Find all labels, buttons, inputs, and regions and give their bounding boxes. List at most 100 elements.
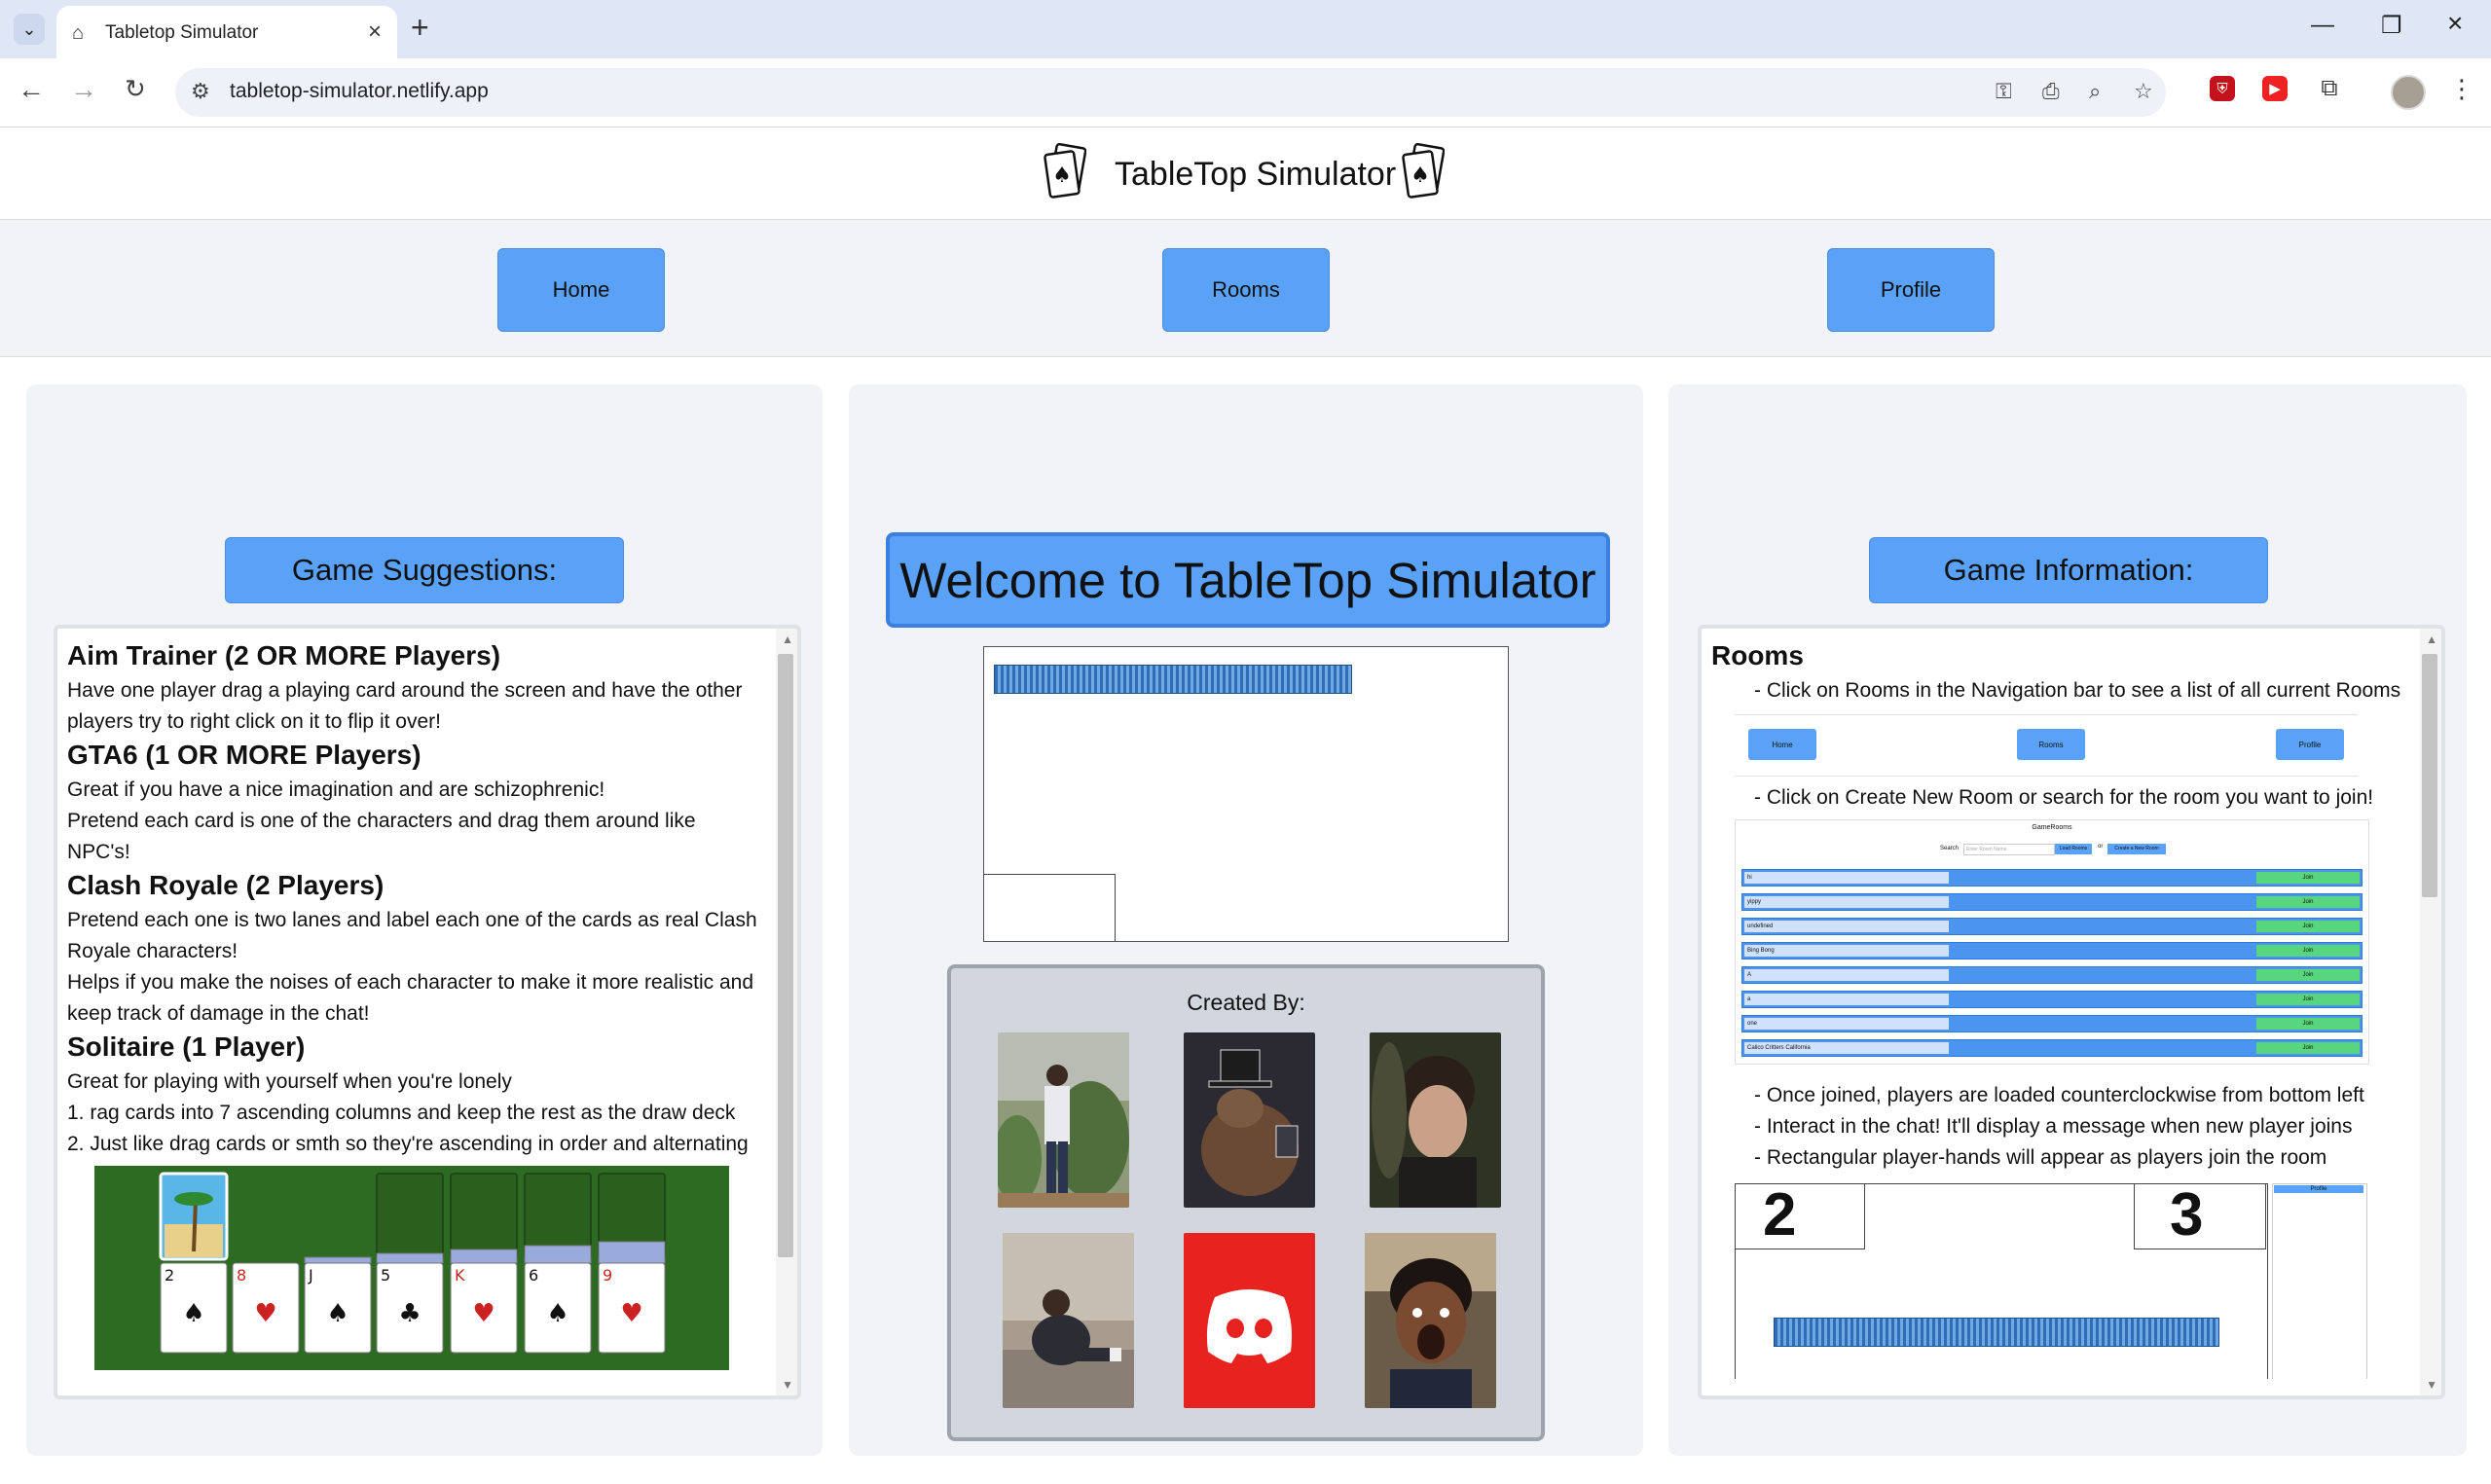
mini-room-row: A Join — [1741, 966, 2363, 984]
mini-room-name: a — [1744, 994, 1949, 1005]
welcome-title: Welcome to TableTop Simulator — [886, 532, 1610, 628]
browser-tab[interactable]: ⌂ Tabletop Simulator × — [56, 6, 397, 58]
playing-card-icon: ♠ — [1402, 143, 1445, 199]
mini-room-row: undefined Join — [1741, 918, 2363, 935]
nav-rooms-button[interactable]: Rooms — [1162, 248, 1330, 332]
rooms-title: Rooms — [1711, 640, 1804, 670]
mini-room-name: undefined — [1744, 921, 1949, 932]
game-description: Pretend each one is two lanes and label … — [67, 909, 757, 962]
mini-room-row: Bing Bong Join — [1741, 942, 2363, 959]
game-description: Great if you have a nice imagination and… — [67, 778, 605, 801]
browser-menu-icon[interactable]: ⋮ — [2449, 74, 2474, 104]
creator-photo[interactable] — [1365, 1233, 1496, 1408]
mini-room-row: a Join — [1741, 991, 2363, 1008]
mini-nav-button: Rooms — [2017, 729, 2085, 760]
restore-icon[interactable]: ❐ — [2381, 12, 2402, 40]
game-description: Helps if you make the noises of each cha… — [67, 971, 753, 1025]
youtube-extension-icon[interactable]: ▶ — [2262, 76, 2288, 101]
credits-title: Created By: — [1187, 990, 1305, 1015]
tabletop-preview — [983, 646, 1509, 942]
password-key-icon[interactable]: ⚿ — [1996, 79, 2012, 104]
page-content: ♠ TableTop Simulator ♠ Home Rooms Profil… — [0, 127, 2491, 1484]
svg-text:♥: ♥ — [254, 1299, 276, 1328]
site-header: ♠ TableTop Simulator ♠ — [0, 127, 2491, 220]
zoom-icon[interactable]: ⌕ — [2089, 79, 2101, 104]
reload-icon[interactable]: ↻ — [125, 74, 146, 104]
info-text: - Rectangular player-hands will appear a… — [1754, 1146, 2327, 1169]
scrollbar-thumb[interactable] — [778, 654, 793, 1257]
discord-logo-icon[interactable] — [1184, 1233, 1315, 1408]
bookmark-star-icon[interactable]: ☆ — [2134, 79, 2153, 104]
info-text: - Interact in the chat! It'll display a … — [1754, 1115, 2353, 1138]
game-description: Pretend each card is one of the characte… — [67, 810, 696, 863]
scrollbar-thumb[interactable] — [2422, 654, 2437, 897]
creator-photo[interactable] — [1184, 1032, 1315, 1208]
mini-join-button: Join — [2256, 1042, 2360, 1054]
suggestions-heading: Game Suggestions: — [225, 537, 624, 603]
mini-join-button: Join — [2256, 872, 2360, 884]
information-heading: Game Information: — [1869, 537, 2268, 603]
nav-home-button[interactable]: Home — [497, 248, 665, 332]
game-title: Aim Trainer (2 OR MORE Players) — [67, 640, 501, 670]
install-app-icon[interactable]: ⎙ — [2042, 79, 2060, 104]
game-suggestion-solitaire: Solitaire (1 Player) Great for playing w… — [67, 1032, 758, 1160]
site-info-icon[interactable]: ⚙ — [191, 79, 210, 104]
solitaire-card-rank: K — [455, 1266, 465, 1285]
forward-icon[interactable]: → — [70, 74, 97, 105]
mini-load-button: Load Rooms — [2055, 844, 2092, 854]
close-tab-icon[interactable]: × — [368, 18, 382, 46]
address-bar[interactable]: ⚙ tabletop-simulator.netlify.app ⚿ ⎙ ⌕ ☆ — [175, 68, 2166, 117]
solitaire-card-rank: 2 — [165, 1266, 174, 1285]
information-scrollbar[interactable]: ▲ ▼ — [2420, 629, 2441, 1395]
game-title: GTA6 (1 OR MORE Players) — [67, 740, 421, 770]
creator-photo[interactable] — [1003, 1233, 1134, 1408]
mini-join-button: Join — [2256, 969, 2360, 981]
solitaire-screenshot: 2 ♠ 8 ♥ J ♠ 5 ♣ K ♥ 6 ♠ 9 ♥ — [94, 1166, 729, 1370]
mini-room-name: one — [1744, 1018, 1949, 1030]
creator-photo[interactable] — [1370, 1032, 1501, 1208]
nav-profile-button[interactable]: Profile — [1827, 248, 1995, 332]
mini-room-row: yippy Join — [1741, 893, 2363, 911]
mini-room-name: hi — [1744, 872, 1949, 884]
extensions-puzzle-icon[interactable]: ⧉ — [2317, 75, 2342, 101]
mini-navbar-screenshot: Home Rooms Profile — [1735, 714, 2358, 777]
mini-join-button: Join — [2256, 1018, 2360, 1030]
window-close-icon[interactable]: × — [2447, 8, 2463, 39]
info-text: - Once joined, players are loaded counte… — [1754, 1084, 2364, 1106]
mini-room-row: Calico Critters California Join — [1741, 1039, 2363, 1057]
minimize-icon[interactable]: — — [2311, 12, 2334, 39]
browser-toolbar: ← → ↻ ⚙ tabletop-simulator.netlify.app ⚿… — [0, 58, 2491, 127]
browser-tab-bar: ⌄ ⌂ Tabletop Simulator × + — ❐ × — [0, 0, 2491, 58]
scroll-up-icon[interactable]: ▲ — [782, 633, 793, 646]
suggestions-scrollbar[interactable]: ▲ ▼ — [776, 629, 797, 1395]
solitaire-card-rank: J — [308, 1266, 313, 1285]
creator-photo[interactable] — [998, 1032, 1129, 1208]
suggestions-scroll-box[interactable]: Aim Trainer (2 OR MORE Players) Have one… — [54, 625, 801, 1399]
new-tab-icon[interactable]: + — [411, 10, 429, 46]
profile-avatar[interactable] — [2391, 75, 2426, 110]
site-favicon-icon: ⌂ — [72, 22, 85, 44]
main-navigation: Home Rooms Profile — [0, 220, 2491, 357]
player-hand-number: 3 — [2134, 1183, 2266, 1249]
mini-profile-button: Profile — [2274, 1185, 2363, 1193]
mini-rooms-title: GameRooms — [2032, 824, 2072, 831]
game-title: Solitaire (1 Player) — [67, 1032, 306, 1062]
player-hand-number: 2 — [1735, 1183, 1865, 1249]
svg-text:♣: ♣ — [398, 1299, 421, 1328]
scroll-down-icon[interactable]: ▼ — [782, 1378, 793, 1392]
solitaire-card-rank: 9 — [603, 1266, 612, 1285]
player-hand-preview — [984, 874, 1116, 941]
svg-text:♠: ♠ — [1410, 163, 1430, 188]
scroll-up-icon[interactable]: ▲ — [2426, 633, 2437, 646]
solitaire-card-rank: 8 — [237, 1266, 246, 1285]
game-description: 1. rag cards into 7 ascending columns an… — [67, 1102, 736, 1124]
mini-room-name: yippy — [1744, 896, 1949, 908]
back-icon[interactable]: ← — [18, 74, 45, 105]
mini-search-label: Search — [1940, 846, 1960, 851]
tab-search-icon[interactable]: ⌄ — [14, 14, 45, 45]
url-text: tabletop-simulator.netlify.app — [230, 80, 489, 102]
ublock-extension-icon[interactable]: ⛨ — [2210, 76, 2235, 101]
playing-card-icon: ♠ — [1044, 143, 1086, 199]
information-scroll-box[interactable]: Rooms - Click on Rooms in the Navigation… — [1698, 625, 2445, 1399]
scroll-down-icon[interactable]: ▼ — [2426, 1378, 2437, 1392]
